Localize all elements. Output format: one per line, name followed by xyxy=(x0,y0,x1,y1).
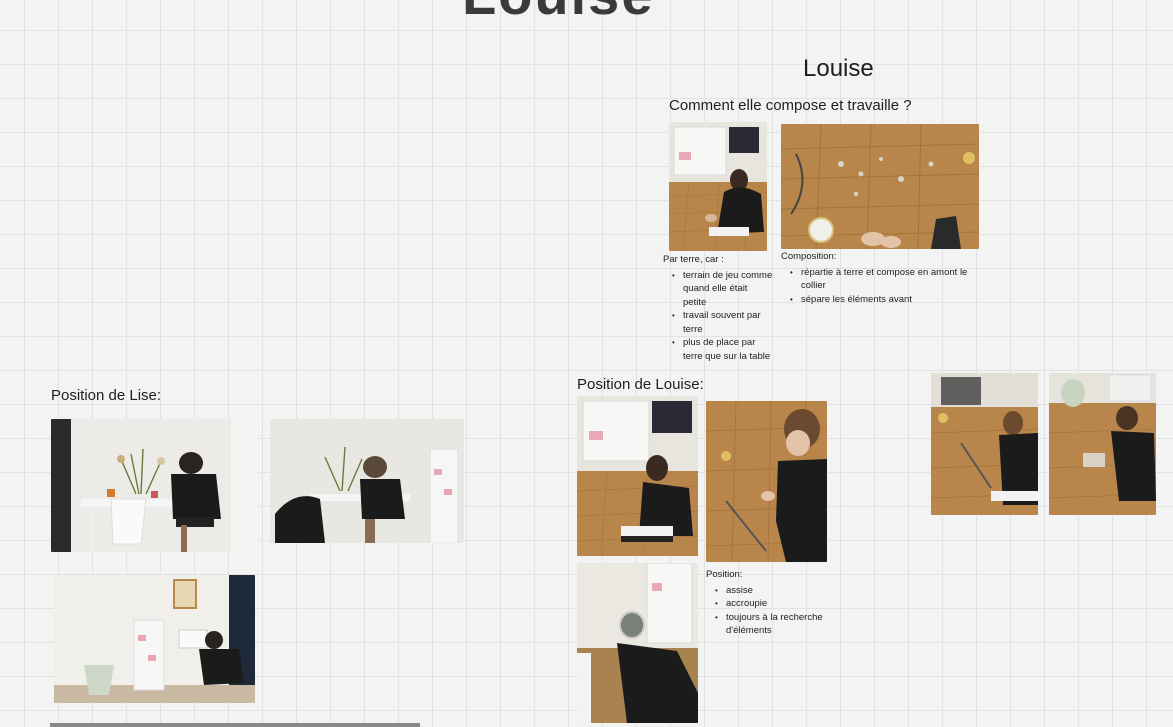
compose-question: Comment elle compose et travaille ? xyxy=(669,97,912,114)
top-heading: Louise xyxy=(462,0,654,27)
photo-composition-image xyxy=(781,124,979,249)
photo-lise-table-1-image xyxy=(51,419,258,552)
photo-louise-squatting[interactable] xyxy=(706,401,827,562)
note-floor-heading: Par terre, car : xyxy=(663,254,724,265)
photo-lise-table-2[interactable] xyxy=(270,419,464,543)
note-position-heading: Position: xyxy=(706,569,743,580)
louise-position-title: Position de Louise: xyxy=(577,376,704,393)
note-composition-heading: Composition: xyxy=(781,251,837,262)
photo-louise-kneel-right-2[interactable] xyxy=(1049,373,1156,515)
photo-louise-squatting-image xyxy=(706,401,827,562)
note-floor: Par terre, car : terrain de jeu comme qu… xyxy=(663,253,773,363)
note-composition: Composition: répartie à terre et compose… xyxy=(781,250,986,306)
photo-louise-kneel-right-1-image xyxy=(931,373,1038,515)
photo-louise-lying[interactable] xyxy=(577,563,698,723)
louise-title: Louise xyxy=(803,55,874,82)
photo-lise-room-image xyxy=(54,575,255,703)
photo-louise-kneel-right-1[interactable] xyxy=(931,373,1038,515)
bottom-image-edge xyxy=(50,723,420,727)
list-item: plus de place par terre que sur la table xyxy=(672,336,773,363)
list-item: terrain de jeu comme quand elle était pe… xyxy=(672,269,773,310)
list-item: répartie à terre et compose en amont le … xyxy=(790,266,986,293)
photo-lise-table-2-image xyxy=(270,419,464,543)
photo-louise-kneel-right-2-image xyxy=(1049,373,1156,515)
photo-lise-room[interactable] xyxy=(54,575,255,703)
list-item: accroupie xyxy=(715,597,832,611)
photo-composition-overhead[interactable] xyxy=(781,124,979,249)
photo-louise-kneeling-image xyxy=(577,396,698,556)
list-item: toujours à la recherche d'éléments xyxy=(715,611,832,638)
note-position: Position: assise accroupie toujours à la… xyxy=(706,568,832,638)
note-position-list: assise accroupie toujours à la recherche… xyxy=(706,584,832,638)
photo-louise-floor-image xyxy=(669,122,767,251)
note-floor-list: terrain de jeu comme quand elle était pe… xyxy=(663,269,773,364)
lise-position-title: Position de Lise: xyxy=(51,387,162,404)
photo-louise-kneeling[interactable] xyxy=(577,396,698,556)
note-composition-list: répartie à terre et compose en amont le … xyxy=(781,266,986,307)
list-item: sépare les éléments avant xyxy=(790,293,986,307)
list-item: assise xyxy=(715,584,832,598)
photo-lise-table-1[interactable] xyxy=(51,419,258,552)
list-item: travail souvent par terre xyxy=(672,309,773,336)
photo-louise-floor[interactable] xyxy=(669,122,767,251)
photo-louise-lying-image xyxy=(577,563,698,723)
